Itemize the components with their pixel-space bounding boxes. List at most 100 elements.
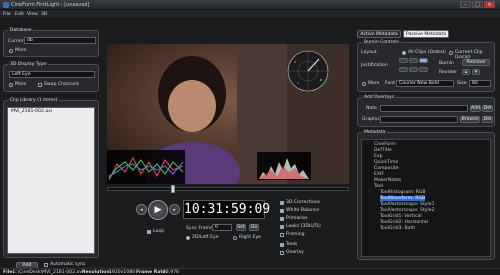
tree-item-deftitle[interactable]: DefTitle	[374, 148, 392, 153]
vectorscope-overlay	[287, 50, 329, 92]
waveform-overlay	[107, 150, 185, 184]
display-more-label: More	[15, 82, 27, 87]
justify-middle-left[interactable]	[399, 66, 408, 72]
tree-item-tool-grid-1[interactable]: ToolGrid1: Vertical	[380, 214, 422, 219]
menu-view[interactable]: View	[27, 12, 38, 17]
note-label: Note	[366, 106, 377, 111]
timeline-scrubber[interactable]	[171, 185, 175, 193]
tree-item-tool-histogram[interactable]: ToolHistogram: RGB	[380, 190, 426, 195]
close-button[interactable]: ×	[484, 1, 495, 8]
menu-3d[interactable]: 3D	[41, 12, 47, 17]
tree-item-makernotes[interactable]: MakerNotes	[374, 178, 401, 183]
menu-bar: File Edit View 3D	[0, 10, 500, 19]
status-frame-rate-value: 23.976	[163, 270, 180, 275]
check-framing[interactable]	[280, 233, 284, 237]
menu-file[interactable]: File	[3, 12, 11, 17]
check-primaries-label: Primaries	[286, 216, 308, 221]
check-looks-label: Looks (3DLUTs)	[286, 224, 321, 229]
tree-item-tool-grid-2[interactable]: ToolGrid2: Horizontal	[380, 220, 428, 225]
justify-middle-center[interactable]	[409, 66, 418, 72]
tree-item-exif[interactable]: EXIF	[374, 172, 384, 177]
tree-item-composite[interactable]: Composite	[374, 166, 399, 171]
justify-middle-right[interactable]	[419, 66, 428, 72]
tree-item-tool[interactable]: Tool	[374, 184, 383, 189]
video-viewer[interactable]	[107, 44, 349, 184]
note-field[interactable]	[380, 105, 468, 112]
database-current-field[interactable]: db	[24, 37, 96, 44]
maximize-button[interactable]: □	[472, 1, 483, 8]
check-looks[interactable]	[280, 225, 284, 229]
tree-item-tool-vectorscope-1[interactable]: ToolVectorscope: Style1	[380, 202, 435, 207]
left-eye-label: 2D/Left Eye	[192, 235, 219, 240]
check-white-balance-label: White Balance	[286, 208, 320, 213]
loop-label: Loop	[153, 229, 165, 234]
burnin-remove-button[interactable]: Remove	[462, 59, 490, 66]
check-tools[interactable]	[280, 243, 284, 247]
display-more-radio[interactable]	[9, 83, 13, 87]
note-add-button[interactable]: Add	[470, 105, 481, 112]
burnin-label: Burnin	[439, 61, 454, 66]
graphic-browse-button[interactable]: Browse	[460, 116, 480, 123]
automatic-sync-checkbox[interactable]	[44, 263, 48, 267]
clip-list-item[interactable]: MVI_2181-002.avi	[10, 108, 94, 115]
tab-passive-metadata[interactable]: Passive Metadata	[403, 30, 449, 38]
timeline-track[interactable]	[107, 187, 349, 191]
tree-item-tool-waveform[interactable]: ToolWaveform: RGB	[380, 196, 426, 201]
tree-item-tool-grid-3[interactable]: ToolGrid3: Both	[380, 226, 415, 231]
layout-label: Layout	[361, 50, 377, 55]
justify-top-left[interactable]	[399, 58, 408, 63]
reorder-down-icon[interactable]: ▾	[472, 69, 480, 75]
display-type-label: 3D Display Type	[8, 62, 49, 67]
add-overlays-panel: Add Overlays Note Add Del Graphic Browse…	[357, 95, 495, 127]
tree-item-tool-vectorscope-2[interactable]: ToolVectorscope: Style2	[380, 208, 435, 213]
tree-item-cineform[interactable]: CineForm	[374, 142, 396, 147]
reorder-up-icon[interactable]: ▴	[462, 69, 470, 75]
status-file-value: E:\CineDesk\MVI_2181-002.avi	[13, 270, 84, 275]
display-type-select[interactable]: Left Eye	[9, 71, 95, 78]
clip-library-panel: Clip Library (1 items) MVI_2181-002.avi	[3, 98, 99, 258]
all-clips-radio[interactable]	[402, 51, 406, 55]
justification-label: Justification	[361, 63, 388, 68]
window-title: CineForm FirstLight - [unsaved]	[11, 2, 90, 8]
graphic-label: Graphic	[362, 117, 380, 122]
justify-top-right[interactable]	[419, 58, 428, 63]
swap-channels-checkbox[interactable]	[38, 83, 42, 87]
database-more-radio[interactable]	[9, 49, 13, 53]
menu-edit[interactable]: Edit	[15, 12, 24, 17]
justify-top-center[interactable]	[409, 58, 418, 63]
check-white-balance[interactable]	[280, 209, 284, 213]
minimize-button[interactable]: –	[460, 1, 471, 8]
current-label: Current	[8, 39, 26, 44]
sync-go-button[interactable]: Go	[249, 224, 259, 231]
current-clip-radio[interactable]	[449, 51, 453, 55]
burnin-more-radio[interactable]	[362, 82, 366, 86]
left-eye-radio[interactable]	[186, 236, 190, 240]
tree-item-exp[interactable]: Exp	[374, 154, 383, 159]
metadata-panel: Metadata CineForm DefTitle Exp QuickTime…	[357, 130, 495, 260]
sync-set-button[interactable]: Set	[236, 224, 246, 231]
size-field[interactable]: 60	[469, 80, 491, 87]
graphic-field[interactable]	[380, 116, 458, 123]
next-frame-icon[interactable]: ▸	[169, 204, 180, 215]
burnin-more-label: More	[368, 81, 380, 86]
check-3d-corrections-label: 3D Corrections	[286, 200, 321, 205]
check-overlay[interactable]	[280, 251, 284, 255]
tab-active-metadata[interactable]: Active Metadata	[357, 30, 401, 38]
check-3d-corrections[interactable]	[280, 201, 284, 205]
tree-item-quicktime[interactable]: QuickTime	[374, 160, 398, 165]
burnin-controls-panel: Burnin Controls Layout All Clips (Global…	[357, 40, 495, 92]
graphic-del-button[interactable]: Del	[482, 116, 493, 123]
note-del-button[interactable]: Del	[482, 105, 493, 112]
check-overlay-label: Overlay	[286, 250, 304, 255]
app-icon	[3, 2, 9, 8]
database-more-label: More	[15, 48, 27, 53]
loop-checkbox[interactable]	[147, 230, 151, 234]
previous-frame-icon[interactable]: ◂	[136, 204, 147, 215]
play-icon[interactable]: ▶	[148, 200, 168, 220]
font-select[interactable]: Courier New Bold	[396, 80, 454, 87]
check-primaries[interactable]	[280, 217, 284, 221]
clip-list: MVI_2181-002.avi	[7, 107, 95, 254]
right-eye-radio[interactable]	[233, 236, 237, 240]
sync-frame-field[interactable]: 0	[212, 224, 232, 231]
metadata-tree: CineForm DefTitle Exp QuickTime Composit…	[361, 139, 491, 257]
